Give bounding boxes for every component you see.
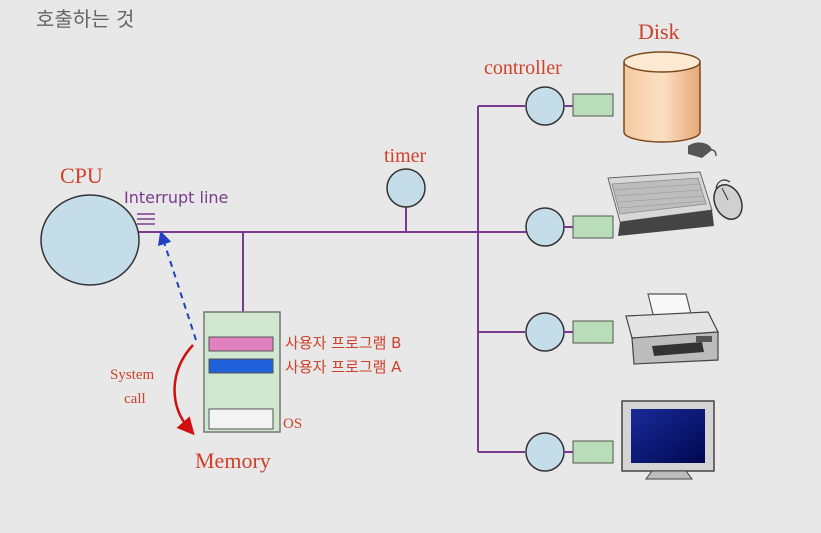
controller-label: controller — [484, 57, 562, 79]
disk-icon — [623, 51, 701, 143]
keyboard-mouse-icon — [607, 142, 743, 236]
user-program-b-label: 사용자 프로그램 B — [285, 334, 401, 352]
system-call-arrow — [173, 344, 195, 436]
device-node-keyboard — [525, 207, 565, 247]
diagram-stage: 호출하는 것 CPU Interrupt line timer 사용자 프로그램… — [0, 0, 821, 533]
slide-heading: 호출하는 것 — [36, 7, 134, 31]
timer-node — [386, 168, 426, 208]
cpu-label: CPU — [60, 163, 103, 188]
device-node-printer — [525, 312, 565, 352]
user-program-a-label: 사용자 프로그램 A — [285, 358, 402, 376]
interrupt-line-ticks — [137, 213, 155, 225]
disk-label: Disk — [638, 19, 680, 44]
timer-label: timer — [384, 145, 427, 167]
os-segment — [208, 408, 274, 430]
device-node-monitor — [525, 432, 565, 472]
system-call-label-line2: call — [124, 391, 146, 407]
memory-label: Memory — [195, 448, 271, 473]
os-label: OS — [283, 416, 302, 432]
user-program-b-segment — [208, 336, 274, 352]
cpu-node — [40, 194, 140, 286]
interrupt-arrow — [157, 230, 197, 341]
interrupt-line-label: Interrupt line — [124, 188, 228, 207]
system-call-label-line1: System — [110, 367, 155, 383]
printer-controller — [572, 320, 614, 344]
device-node-disk — [525, 86, 565, 126]
monitor-controller — [572, 440, 614, 464]
os-interrupt-diagram: 호출하는 것 CPU Interrupt line timer 사용자 프로그램… — [36, 7, 743, 480]
user-program-a-segment — [208, 358, 274, 374]
monitor-icon — [621, 400, 715, 480]
system-bus — [138, 105, 525, 453]
printer-icon — [625, 293, 719, 365]
keyboard-controller — [572, 215, 614, 239]
disk-controller — [572, 93, 614, 117]
